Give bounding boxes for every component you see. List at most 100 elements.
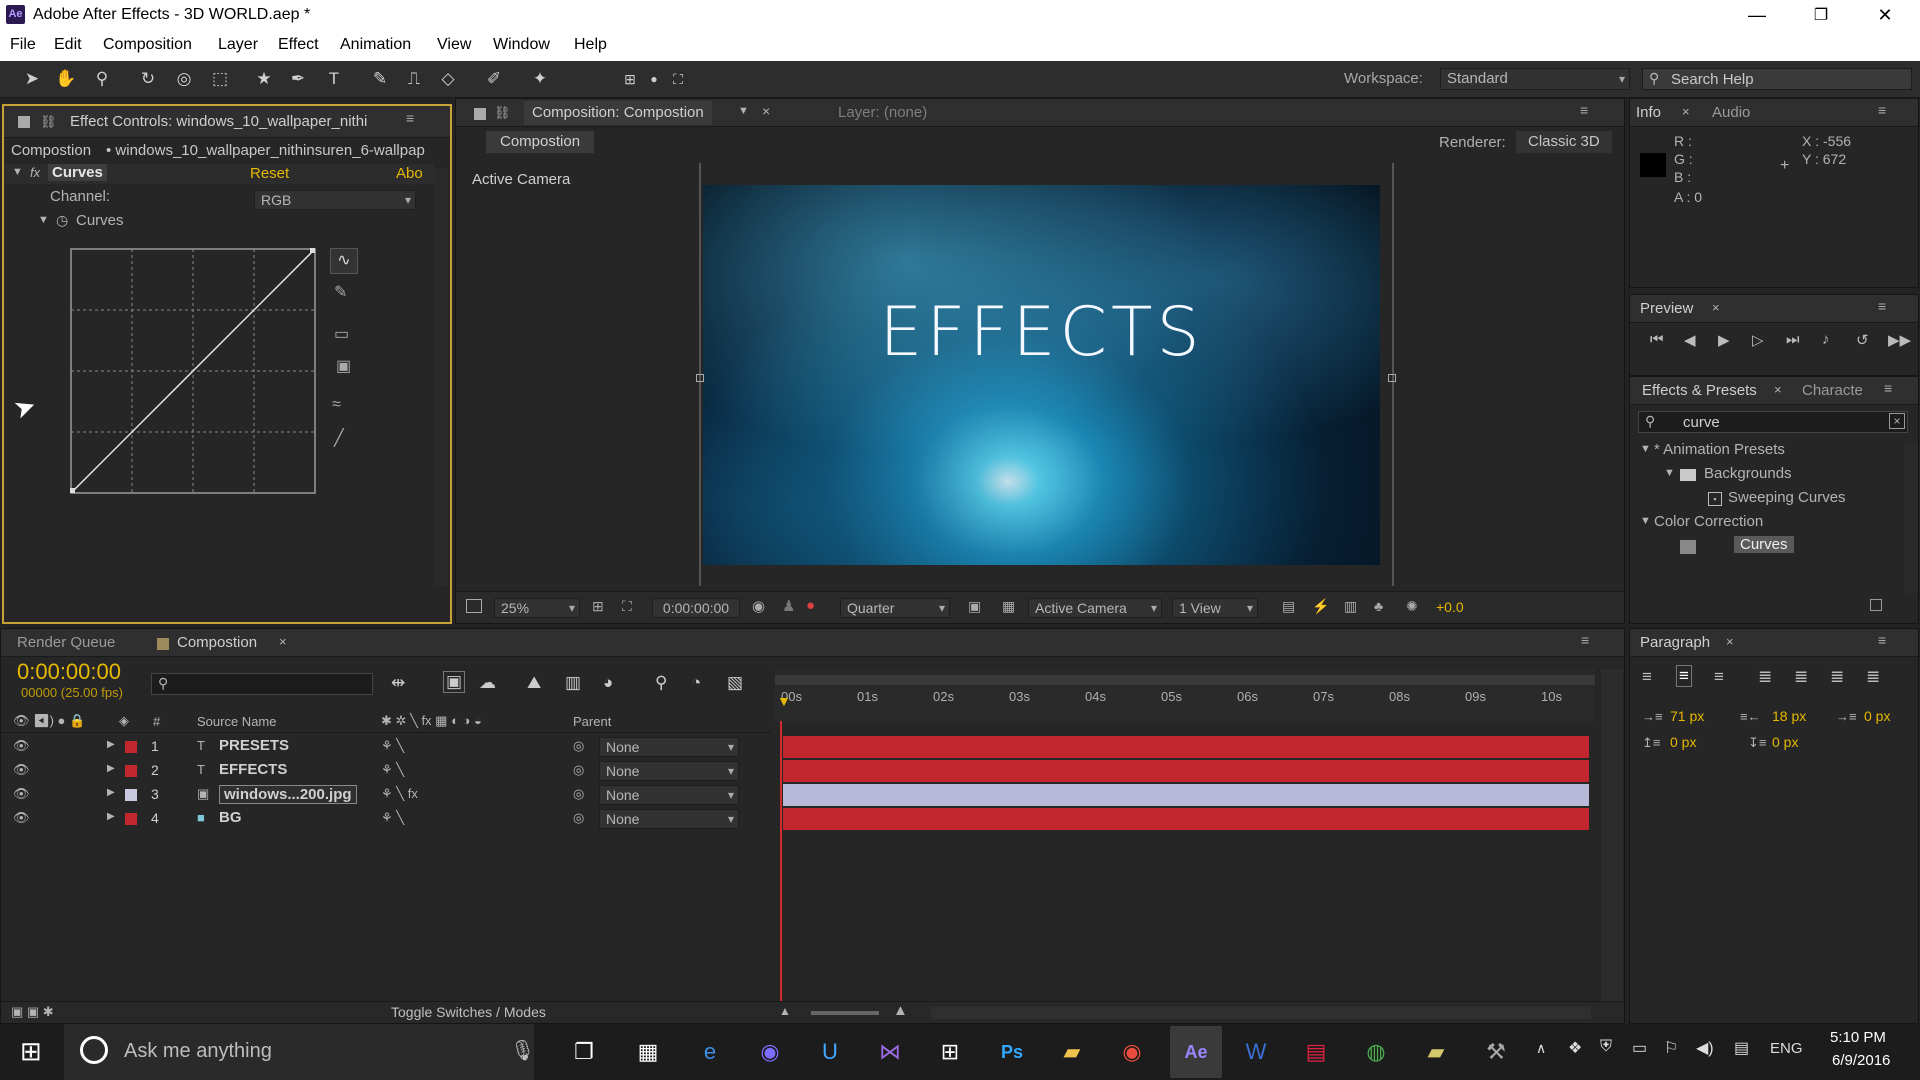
word-icon[interactable]: W <box>1234 1030 1278 1074</box>
align-left-icon[interactable]: ≡ <box>1642 667 1652 687</box>
comp-flow-icon[interactable]: ⛓ <box>494 105 511 121</box>
tab-info[interactable]: Info <box>1636 101 1661 125</box>
visibility-eye-icon[interactable]: 👁 <box>13 786 30 802</box>
tree-backgrounds[interactable]: ▼ Backgrounds <box>1630 463 1900 487</box>
pickwhip-icon[interactable]: ◎ <box>573 810 584 826</box>
tree-expand-icon[interactable]: ▼ <box>1640 515 1651 527</box>
zoom-tool-icon[interactable]: ⚲ <box>90 67 114 91</box>
indent-right-value[interactable]: 18 px <box>1772 708 1806 724</box>
about-link[interactable]: Abo <box>396 165 423 182</box>
effects-menu-icon[interactable]: ≡ <box>1884 380 1892 396</box>
comp-dropdown-icon[interactable]: ▼ <box>738 105 749 117</box>
tab-character[interactable]: Characte <box>1792 379 1872 403</box>
flowchart-icon[interactable]: ♣ <box>1374 598 1383 614</box>
graph-editor-icon[interactable]: ◔ <box>691 673 701 693</box>
layer-switches-icon[interactable]: ▣ ▣ ✱ <box>11 1004 54 1020</box>
layer-search-field[interactable]: ⚲ <box>151 673 373 695</box>
comp-mini-flowchart-icon[interactable]: ⇹ <box>391 673 405 693</box>
layer-duration-bar[interactable] <box>783 760 1589 782</box>
start-windows-icon[interactable]: ⊞ <box>20 1036 42 1067</box>
clone-stamp-tool-icon[interactable]: ⎍ <box>402 67 426 91</box>
after-effects-taskbar-icon[interactable]: Ae <box>1170 1026 1222 1078</box>
tree-animation-presets[interactable]: ▼ * Animation Presets <box>1630 439 1900 463</box>
task-view-icon[interactable]: ❐ <box>562 1030 606 1074</box>
pickwhip-icon[interactable]: ◎ <box>573 786 584 802</box>
brainstorm-icon[interactable]: ◕ <box>603 673 613 693</box>
channel-select[interactable]: RGB <box>254 190 416 210</box>
always-preview-icon[interactable] <box>466 599 482 613</box>
exposure-value[interactable]: +0.0 <box>1436 599 1464 615</box>
zoom-slider[interactable] <box>811 1011 879 1015</box>
region-of-interest-icon[interactable]: ▣ <box>968 598 981 615</box>
comp-viewer-image[interactable]: EFFECTS <box>703 185 1380 565</box>
tab-timeline-comp[interactable]: Compostion <box>177 631 257 655</box>
notes-app-icon[interactable]: ▰ <box>1414 1030 1458 1074</box>
panel-lock-icon[interactable] <box>18 116 30 128</box>
handle-right[interactable] <box>1388 374 1396 382</box>
layer-name[interactable]: EFFECTS <box>219 761 287 778</box>
parent-select[interactable]: None <box>599 809 739 829</box>
exposure-reset-icon[interactable]: ✺ <box>1406 598 1418 615</box>
layer-switches-icons[interactable]: ⚘ ╲ <box>381 810 404 826</box>
effects-scrollbar[interactable] <box>1904 443 1918 593</box>
justify-right-icon[interactable]: ≣ <box>1830 667 1844 687</box>
toggle-switches-modes[interactable]: Toggle Switches / Modes <box>391 1004 546 1020</box>
winrar-icon[interactable]: ▤ <box>1294 1030 1338 1074</box>
playhead-marker-icon[interactable]: ▼ <box>777 693 791 709</box>
visibility-eye-icon[interactable]: 👁 <box>13 762 30 778</box>
tab-paragraph[interactable]: Paragraph <box>1640 631 1710 655</box>
visibility-eye-icon[interactable]: 👁 <box>13 810 30 826</box>
work-area-bar[interactable] <box>775 675 1595 685</box>
view-camera-select[interactable]: Active Camera <box>1028 598 1162 618</box>
prev-frame-icon[interactable]: ◀ <box>1684 331 1696 349</box>
tab-render-queue[interactable]: Render Queue <box>17 631 147 655</box>
visibility-eye-icon[interactable]: 👁 <box>13 738 30 754</box>
effect-row-curves[interactable]: ▼ fx Curves Reset Abo <box>4 164 434 184</box>
reset-curve-icon[interactable]: ╱ <box>334 428 344 448</box>
layer-expand-icon[interactable]: ▶ <box>107 763 115 774</box>
timeline-close-icon[interactable]: × <box>279 634 287 649</box>
fast-previews-icon[interactable]: ⚡ <box>1312 598 1329 615</box>
tab-audio[interactable]: Audio <box>1702 101 1792 125</box>
layer-switches-icons[interactable]: ⚘ ╲ <box>381 762 404 778</box>
comp-nav-tab[interactable]: Compostion <box>486 131 595 153</box>
ram-preview-icon[interactable]: ▶▶ <box>1888 331 1911 349</box>
layer-row[interactable]: 👁 ▶ 3 ▣ windows...200.jpg ⚘ ╲ fx ◎ None <box>1 783 771 807</box>
parent-select[interactable]: None <box>599 737 739 757</box>
app-circle-icon[interactable]: ◉ <box>748 1030 792 1074</box>
clock-time[interactable]: 5:10 PM <box>1830 1029 1886 1046</box>
space-before-value[interactable]: 0 px <box>1670 734 1696 750</box>
safe-zones-icon[interactable]: ⊞ <box>592 598 604 615</box>
tray-chevron-icon[interactable]: ∧ <box>1536 1040 1546 1057</box>
menu-composition[interactable]: Composition <box>103 36 192 54</box>
tree-curves[interactable]: Curves <box>1630 535 1900 559</box>
effect-controls-scrollbar[interactable] <box>434 168 448 586</box>
paragraph-close-icon[interactable]: × <box>1726 634 1734 649</box>
battery-icon[interactable]: ▭ <box>1632 1038 1647 1058</box>
brush-tool-icon[interactable]: ✎ <box>368 67 392 91</box>
network-icon[interactable]: ⚐ <box>1664 1038 1678 1058</box>
menu-effect[interactable]: Effect <box>278 36 319 54</box>
curve-tool-icon[interactable]: ∿ <box>330 248 358 274</box>
zoom-in-icon[interactable]: ▲ <box>893 1002 908 1019</box>
timeline-hscroll[interactable] <box>931 1007 1591 1019</box>
clear-search-icon[interactable]: × <box>1889 413 1905 429</box>
reset-link[interactable]: Reset <box>250 165 289 182</box>
pen-tool-icon[interactable]: ✒ <box>286 67 310 91</box>
chart-editor-icon[interactable]: ▧ <box>727 673 743 693</box>
layer-name[interactable]: PRESETS <box>219 737 289 754</box>
snapshot-icon[interactable]: ◉ <box>752 597 765 615</box>
shape-tool-icon[interactable]: ★ <box>252 67 276 91</box>
loop-icon[interactable]: ↺ <box>1856 331 1869 349</box>
pickwhip-icon[interactable]: ◎ <box>573 762 584 778</box>
channel-color-icon[interactable]: ● <box>806 597 815 614</box>
file-explorer-icon[interactable]: ▰ <box>1050 1030 1094 1074</box>
motion-blur-icon[interactable]: ▥ <box>565 673 581 693</box>
timeline-menu-icon[interactable]: ≡ <box>1581 632 1589 648</box>
layer-duration-bar[interactable] <box>783 736 1589 758</box>
align-center-icon[interactable]: ≡ <box>1676 665 1692 687</box>
time-ruler[interactable]: 00s 01s 02s 03s 04s 05s 06s 07s 08s 09s 10s ▼ <box>775 669 1595 721</box>
magnification-select[interactable]: 25% <box>494 598 580 618</box>
panel-link-icon[interactable]: ⛓ <box>40 114 57 130</box>
search-help-field[interactable]: ⚲ Search Help <box>1642 68 1912 90</box>
